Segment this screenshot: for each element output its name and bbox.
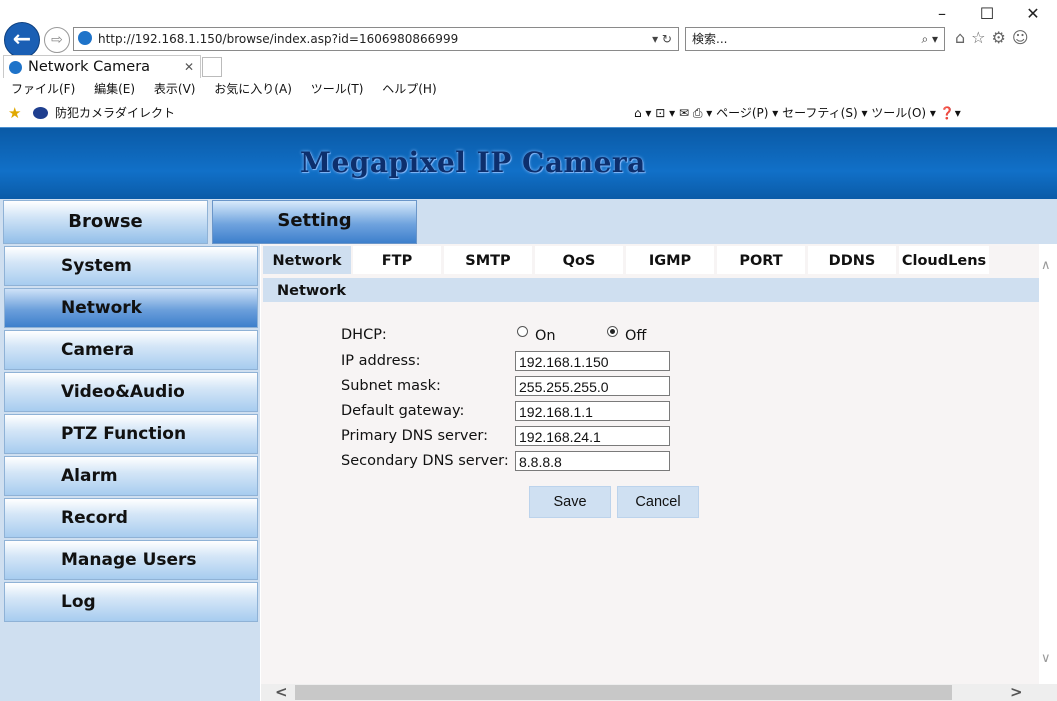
vertical-scrollbar[interactable]: ∧ ∨ bbox=[1039, 244, 1057, 684]
menu-edit[interactable]: 編集(E) bbox=[94, 82, 135, 96]
maximize-button[interactable]: ☐ bbox=[967, 4, 1007, 23]
forward-arrow-icon[interactable]: ⇨ bbox=[44, 27, 70, 53]
tab-port[interactable]: PORT bbox=[717, 246, 805, 274]
save-button[interactable]: Save bbox=[529, 486, 611, 518]
tab-qos[interactable]: QoS bbox=[535, 246, 623, 274]
favorite-site-icon bbox=[33, 107, 48, 119]
tab-smtp[interactable]: SMTP bbox=[444, 246, 532, 274]
browse-button[interactable]: Browse bbox=[3, 200, 208, 244]
dhcp-on-label: On bbox=[535, 328, 556, 344]
scroll-down-icon[interactable]: ∨ bbox=[1041, 651, 1051, 666]
sidebar-item-record[interactable]: Record bbox=[4, 498, 258, 538]
dhcp-off-label: Off bbox=[625, 328, 647, 344]
tab-network[interactable]: Network bbox=[263, 246, 351, 274]
ie-tab-icon bbox=[9, 61, 22, 74]
section-title: Network bbox=[277, 283, 347, 299]
tab-ddns[interactable]: DDNS bbox=[808, 246, 896, 274]
address-url: http://192.168.1.150/browse/index.asp?id… bbox=[98, 32, 459, 46]
dhcp-off-radio[interactable] bbox=[607, 326, 618, 337]
tab-ftp[interactable]: FTP bbox=[353, 246, 441, 274]
tab-title: Network Camera bbox=[28, 59, 151, 75]
minimize-button[interactable]: – bbox=[922, 4, 962, 23]
sidebar-item-manage-users[interactable]: Manage Users bbox=[4, 540, 258, 580]
page-banner: Megapixel IP Camera bbox=[0, 127, 1057, 200]
command-bar[interactable]: ⌂ ▾ ⊡ ▾ ✉ ⎙ ▾ ページ(P) ▾ セーフティ(S) ▾ ツール(O)… bbox=[634, 101, 961, 125]
dhcp-on-radio[interactable] bbox=[517, 326, 528, 337]
address-bar[interactable]: http://192.168.1.150/browse/index.asp?id… bbox=[73, 27, 679, 51]
tab-cloudlens[interactable]: CloudLens bbox=[899, 246, 989, 274]
new-tab-icon[interactable] bbox=[202, 57, 222, 77]
subnet-mask-field[interactable]: 255.255.255.0 bbox=[515, 376, 670, 396]
sidebar-item-system[interactable]: System bbox=[4, 246, 258, 286]
subnet-mask-label: Subnet mask: bbox=[341, 378, 441, 394]
menu-bar: ファイル(F) 編集(E) 表示(V) お気に入り(A) ツール(T) ヘルプ(… bbox=[0, 78, 1057, 100]
favorite-site-link[interactable]: 防犯カメラダイレクト bbox=[55, 101, 175, 125]
dhcp-label: DHCP: bbox=[341, 327, 387, 343]
banner-title: Megapixel IP Camera bbox=[300, 146, 646, 179]
scroll-up-icon[interactable]: ∧ bbox=[1041, 258, 1051, 273]
ie-page-icon bbox=[78, 31, 92, 45]
favorites-star-icon[interactable]: ★ bbox=[8, 101, 21, 125]
search-box[interactable]: 検索... ⌕ ▾ bbox=[685, 27, 945, 51]
address-controls[interactable]: ▾ ↻ bbox=[652, 28, 672, 50]
tab-close-icon[interactable]: ✕ bbox=[184, 56, 194, 78]
menu-tools[interactable]: ツール(T) bbox=[311, 82, 364, 96]
sidebar-item-camera[interactable]: Camera bbox=[4, 330, 258, 370]
menu-view[interactable]: 表示(V) bbox=[154, 82, 196, 96]
sidebar-item-log[interactable]: Log bbox=[4, 582, 258, 622]
horizontal-scroll-thumb[interactable] bbox=[295, 685, 952, 700]
primary-dns-field[interactable]: 192.168.24.1 bbox=[515, 426, 670, 446]
back-arrow-icon[interactable]: ← bbox=[4, 22, 40, 58]
secondary-dns-field[interactable]: 8.8.8.8 bbox=[515, 451, 670, 471]
tab-igmp[interactable]: IGMP bbox=[626, 246, 714, 274]
default-gateway-field[interactable]: 192.168.1.1 bbox=[515, 401, 670, 421]
ip-address-label: IP address: bbox=[341, 353, 421, 369]
sidebar-item-ptz-function[interactable]: PTZ Function bbox=[4, 414, 258, 454]
section-header: Network bbox=[263, 278, 1039, 302]
default-gateway-label: Default gateway: bbox=[341, 403, 465, 419]
primary-dns-label: Primary DNS server: bbox=[341, 428, 488, 444]
scroll-left-icon[interactable]: < bbox=[275, 683, 288, 701]
sidebar-item-alarm[interactable]: Alarm bbox=[4, 456, 258, 496]
ip-address-field[interactable]: 192.168.1.150 bbox=[515, 351, 670, 371]
cancel-button[interactable]: Cancel bbox=[617, 486, 699, 518]
browser-tab[interactable]: Network Camera ✕ bbox=[3, 55, 201, 78]
search-input[interactable]: 検索... bbox=[692, 28, 727, 50]
menu-help[interactable]: ヘルプ(H) bbox=[382, 82, 436, 96]
sidebar-item-network[interactable]: Network bbox=[4, 288, 258, 328]
close-button[interactable]: ✕ bbox=[1013, 4, 1053, 23]
favorites-bar: ★ 防犯カメラダイレクト ⌂ ▾ ⊡ ▾ ✉ ⎙ ▾ ページ(P) ▾ セーフテ… bbox=[0, 101, 1057, 125]
sidebar-item-video-audio[interactable]: Video&Audio bbox=[4, 372, 258, 412]
horizontal-scrollbar[interactable]: < > bbox=[261, 683, 1057, 701]
scroll-right-icon[interactable]: > bbox=[1010, 683, 1023, 701]
secondary-dns-label: Secondary DNS server: bbox=[341, 453, 509, 469]
menu-file[interactable]: ファイル(F) bbox=[11, 82, 75, 96]
browser-toolbar-icons[interactable]: ⌂☆⚙☺ bbox=[955, 28, 1035, 47]
search-icon[interactable]: ⌕ ▾ bbox=[921, 28, 938, 50]
menu-favorites[interactable]: お気に入り(A) bbox=[214, 82, 292, 96]
setting-button[interactable]: Setting bbox=[212, 200, 417, 244]
